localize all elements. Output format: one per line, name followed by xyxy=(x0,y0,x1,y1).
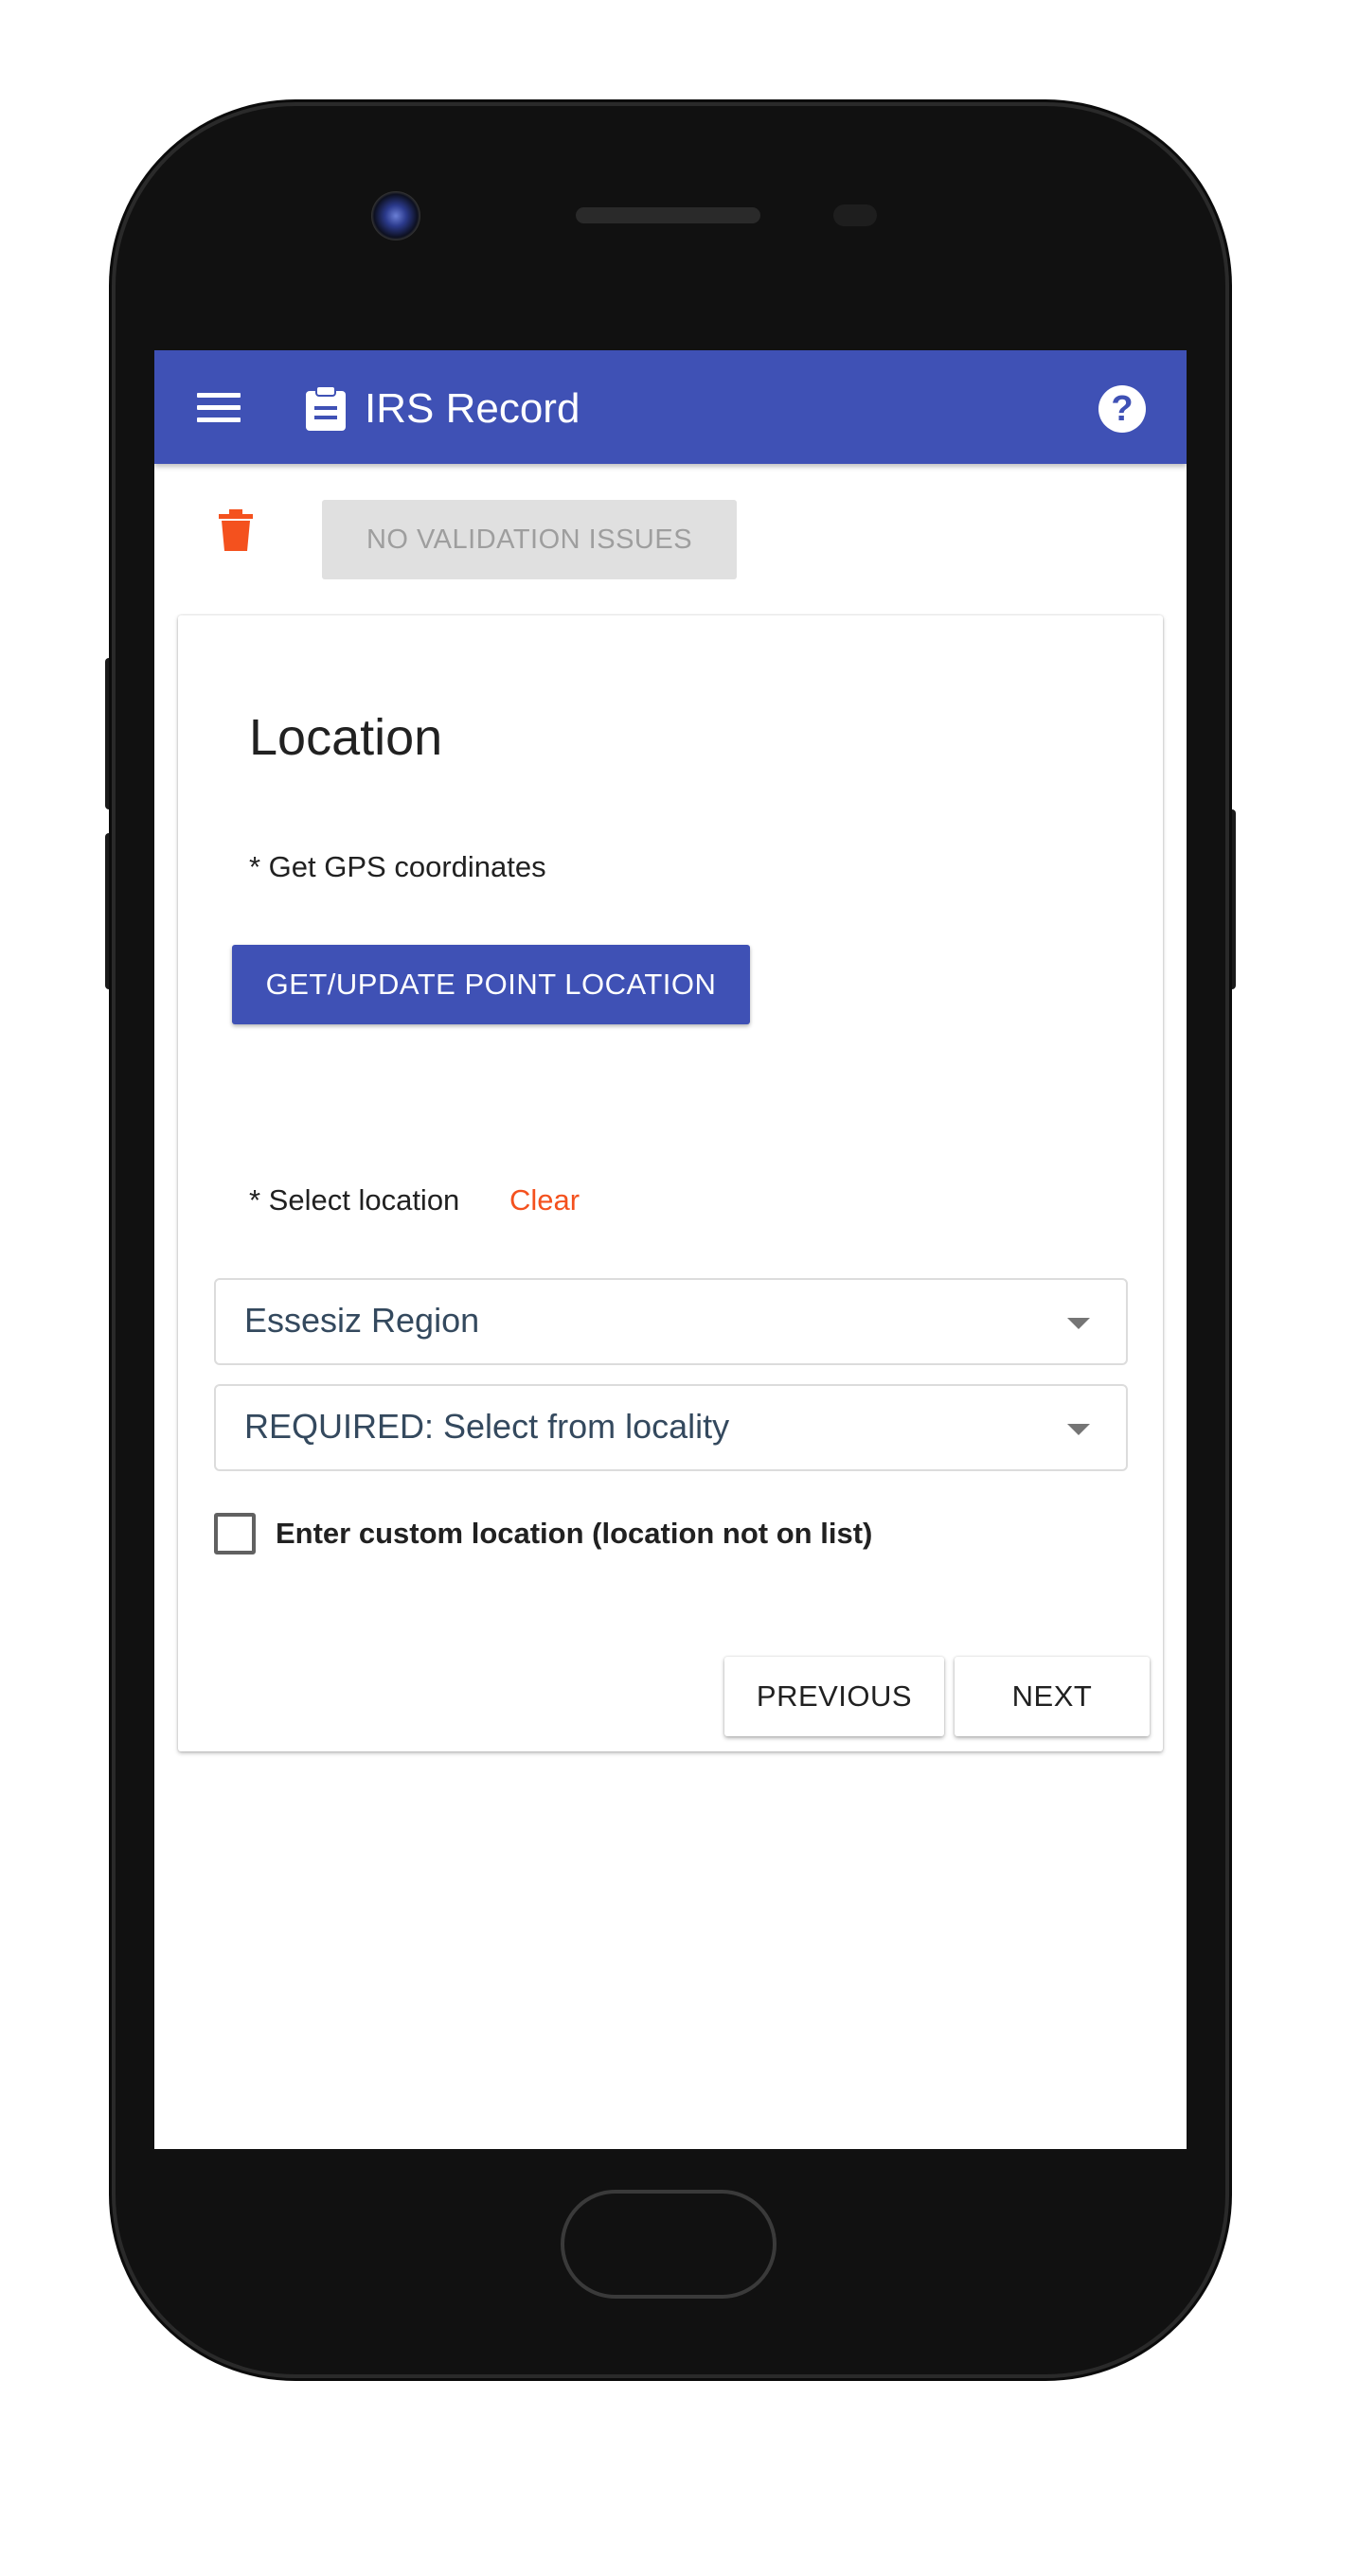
app-bar: IRS Record ? xyxy=(154,350,1187,464)
proximity-sensor xyxy=(833,204,877,226)
location-card: Location * Get GPS coordinates GET/UPDAT… xyxy=(178,615,1163,1751)
clear-link[interactable]: Clear xyxy=(509,1183,580,1217)
menu-icon[interactable] xyxy=(197,393,241,423)
power-button xyxy=(1224,809,1236,989)
app-screen: IRS Record ? NO VALIDATION ISSUES Locati… xyxy=(154,350,1187,2149)
caret-down-icon xyxy=(1067,1424,1090,1435)
locality-dropdown-value: REQUIRED: Select from locality xyxy=(244,1407,730,1446)
home-button xyxy=(561,2190,777,2299)
app-title: IRS Record xyxy=(365,385,580,432)
region-dropdown[interactable]: Essesiz Region xyxy=(214,1278,1128,1365)
region-dropdown-value: Essesiz Region xyxy=(244,1301,480,1340)
trash-icon[interactable] xyxy=(219,509,253,551)
caret-down-icon xyxy=(1067,1318,1090,1329)
front-camera xyxy=(371,191,420,240)
clipboard-icon xyxy=(306,385,346,431)
get-point-location-button[interactable]: GET/UPDATE POINT LOCATION xyxy=(232,945,750,1024)
validation-status-button[interactable]: NO VALIDATION ISSUES xyxy=(322,500,737,579)
next-button[interactable]: NEXT xyxy=(955,1657,1150,1736)
earpiece-speaker xyxy=(576,207,760,223)
section-title: Location xyxy=(249,709,443,766)
locality-dropdown[interactable]: REQUIRED: Select from locality xyxy=(214,1384,1128,1471)
help-icon[interactable]: ? xyxy=(1098,385,1146,433)
gps-label: * Get GPS coordinates xyxy=(249,850,546,883)
custom-location-checkbox[interactable] xyxy=(214,1513,256,1554)
select-location-label: * Select location xyxy=(249,1183,460,1217)
custom-location-label[interactable]: Enter custom location (location not on l… xyxy=(276,1517,872,1551)
previous-button[interactable]: PREVIOUS xyxy=(724,1657,944,1736)
